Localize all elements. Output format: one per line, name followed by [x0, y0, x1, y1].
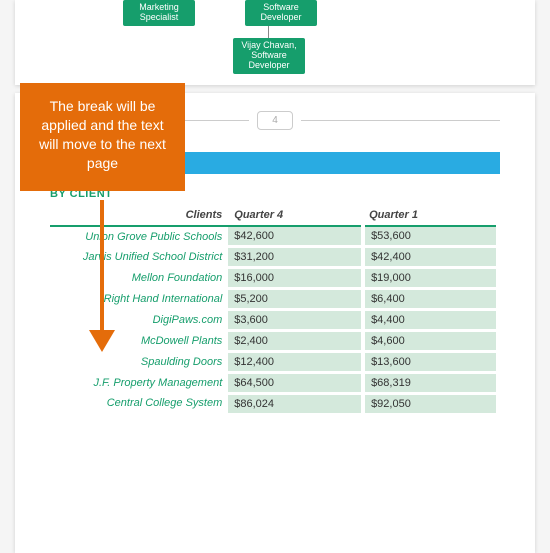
- cell-q1: $68,319: [363, 373, 498, 394]
- revenue-table: Clients Quarter 4 Quarter 1 Union Grove …: [50, 206, 500, 413]
- divider-line: [301, 120, 500, 121]
- cell-q1: $4,400: [363, 310, 498, 331]
- col-header-clients: Clients: [50, 206, 228, 226]
- cell-client: Spaulding Doors: [50, 352, 228, 373]
- table-row: Right Hand International$5,200$6,400: [50, 289, 498, 310]
- cell-q4: $5,200: [228, 289, 363, 310]
- cell-client: J.F. Property Management: [50, 373, 228, 394]
- cell-q1: $53,600: [363, 226, 498, 247]
- cell-q4: $12,400: [228, 352, 363, 373]
- org-box: Vijay Chavan, Software Developer: [233, 38, 305, 74]
- cell-q1: $13,600: [363, 352, 498, 373]
- table-header-row: Clients Quarter 4 Quarter 1: [50, 206, 498, 226]
- table-row: J.F. Property Management$64,500$68,319: [50, 373, 498, 394]
- cell-q4: $3,600: [228, 310, 363, 331]
- cell-client: Right Hand International: [50, 289, 228, 310]
- col-header-q4: Quarter 4: [228, 206, 363, 226]
- table-row: McDowell Plants$2,400$4,600: [50, 331, 498, 352]
- cell-q4: $42,600: [228, 226, 363, 247]
- cell-q1: $6,400: [363, 289, 498, 310]
- cell-client: Union Grove Public Schools: [50, 226, 228, 247]
- cell-q1: $42,400: [363, 247, 498, 268]
- callout-arrow: [100, 200, 104, 335]
- table-row: Mellon Foundation$16,000$19,000: [50, 268, 498, 289]
- cell-q4: $2,400: [228, 331, 363, 352]
- cell-client: Central College System: [50, 394, 228, 414]
- cell-q4: $16,000: [228, 268, 363, 289]
- cell-q4: $31,200: [228, 247, 363, 268]
- callout-arrow-head: [89, 330, 115, 352]
- org-box: Marketing Specialist: [123, 0, 195, 26]
- org-box: Software Developer: [245, 0, 317, 26]
- cell-q1: $4,600: [363, 331, 498, 352]
- col-header-q1: Quarter 1: [363, 206, 498, 226]
- cell-client: McDowell Plants: [50, 331, 228, 352]
- page-top: Marketing Specialist Software Developer …: [15, 0, 535, 85]
- table-row: Jarvis Unified School District$31,200$42…: [50, 247, 498, 268]
- cell-q4: $86,024: [228, 394, 363, 414]
- table-row: Central College System$86,024$92,050: [50, 394, 498, 414]
- cell-client: DigiPaws.com: [50, 310, 228, 331]
- callout-box: The break will be applied and the text w…: [20, 83, 185, 191]
- cell-q4: $64,500: [228, 373, 363, 394]
- cell-client: Jarvis Unified School District: [50, 247, 228, 268]
- table-row: DigiPaws.com$3,600$4,400: [50, 310, 498, 331]
- table-row: Union Grove Public Schools$42,600$53,600: [50, 226, 498, 247]
- cell-q1: $19,000: [363, 268, 498, 289]
- table-row: Spaulding Doors$12,400$13,600: [50, 352, 498, 373]
- org-connector: [268, 26, 269, 38]
- cell-client: Mellon Foundation: [50, 268, 228, 289]
- page-number-badge: 4: [257, 111, 293, 130]
- cell-q1: $92,050: [363, 394, 498, 414]
